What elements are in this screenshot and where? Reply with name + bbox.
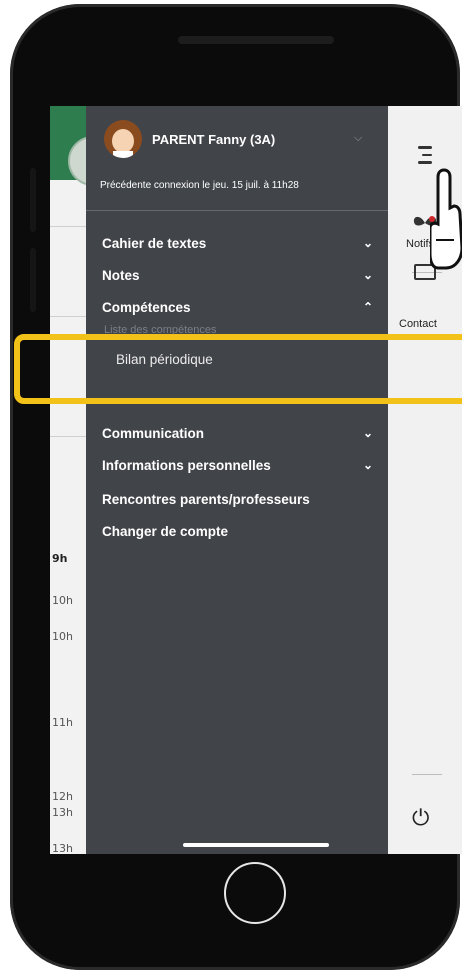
chevron-down-icon: ⌄ <box>362 426 374 440</box>
menu-item-cahier-de-textes[interactable]: Cahier de textes ⌄ <box>102 231 376 255</box>
time-label: 13h <box>52 806 73 819</box>
menu-item-competences[interactable]: Compétences ⌃ <box>102 295 376 319</box>
last-login-text: Précédente connexion le jeu. 15 juil. à … <box>100 180 299 191</box>
menu-icon[interactable] <box>418 146 432 169</box>
home-indicator <box>183 843 329 847</box>
chevron-up-icon: ⌃ <box>362 300 374 314</box>
chevron-down-icon: ⌄ <box>362 268 374 282</box>
pointing-hand-icon <box>428 168 462 276</box>
time-label: 10h <box>52 594 73 607</box>
profile-name: PARENT Fanny (3A) <box>152 132 276 147</box>
menu-item-changer-de-compte[interactable]: Changer de compte <box>102 519 376 543</box>
chevron-down-icon: ⌄ <box>362 458 374 472</box>
time-label: 12h <box>52 790 73 803</box>
menu-item-informations-personnelles[interactable]: Informations personnelles ⌄ <box>102 453 376 477</box>
chevron-down-icon: ⌄ <box>362 236 374 250</box>
menu-item-notes[interactable]: Notes ⌄ <box>102 263 376 287</box>
menu-item-rencontres[interactable]: Rencontres parents/professeurs <box>102 487 376 511</box>
time-label: 10h <box>52 630 73 643</box>
contact-label: Contact <box>399 318 437 330</box>
screen: 9h 10h 10h 11h 12h 13h 13h PARENT Fanny … <box>50 106 462 854</box>
home-button[interactable] <box>224 862 286 924</box>
chevron-down-icon[interactable]: ⌵ <box>354 131 362 145</box>
profile-header[interactable]: PARENT Fanny (3A) ⌵ Précédente connexion… <box>86 106 388 211</box>
avatar <box>104 120 142 158</box>
phone-speaker <box>178 36 334 44</box>
power-icon[interactable]: ⏻ <box>412 806 429 831</box>
phone-side-button <box>30 248 36 312</box>
time-label: 13h <box>52 842 73 854</box>
navigation-drawer: PARENT Fanny (3A) ⌵ Précédente connexion… <box>86 106 388 854</box>
time-label: 9h <box>52 552 68 565</box>
menu-item-communication[interactable]: Communication ⌄ <box>102 421 376 445</box>
phone-side-button <box>30 168 36 232</box>
time-label: 11h <box>52 716 73 729</box>
highlight-box <box>14 334 462 404</box>
